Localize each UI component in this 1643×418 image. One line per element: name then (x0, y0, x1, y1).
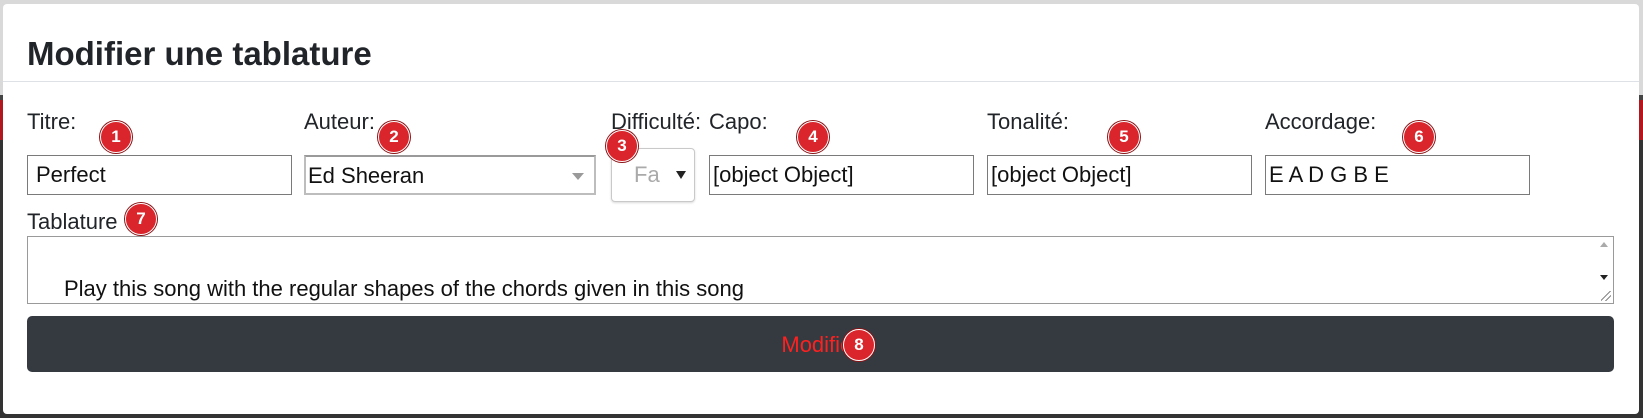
titre-input[interactable]: Perfect (27, 155, 292, 195)
difficulte-select-value: Fa (634, 162, 660, 187)
titre-label: Titre: (27, 109, 77, 134)
accordage-input[interactable]: E A D G B E (1265, 155, 1530, 195)
annotation-badge-7: 7 (125, 203, 157, 235)
auteur-label: Auteur: (304, 109, 375, 134)
annotation-badge-3: 3 (606, 130, 638, 162)
modal-title: Modifier une tablature (27, 35, 372, 72)
annotation-badge-4: 4 (797, 121, 829, 153)
auteur-select[interactable]: Ed Sheeran (304, 155, 596, 195)
annotation-badge-8: 8 (843, 329, 875, 361)
annotation-badge-6: 6 (1403, 121, 1435, 153)
chevron-down-icon (572, 173, 584, 180)
edit-tab-modal: Modifier une tablature Titre: Perfect Au… (3, 4, 1639, 414)
annotation-badge-2: 2 (378, 121, 410, 153)
tablature-text: Play this song with the regular shapes o… (64, 276, 744, 301)
capo-label: Capo: (709, 109, 768, 134)
modifier-button[interactable]: Modifier (27, 316, 1614, 372)
capo-input[interactable]: [object Object] (709, 155, 974, 195)
tablature-textarea[interactable]: Play this song with the regular shapes o… (27, 236, 1614, 304)
tonalite-input[interactable]: [object Object] (987, 155, 1252, 195)
dropdown-arrow-icon (676, 171, 686, 179)
accordage-label: Accordage: (1265, 109, 1377, 134)
annotation-badge-5: 5 (1108, 121, 1140, 153)
tonalite-label: Tonalité: (987, 109, 1069, 134)
scroll-up-icon[interactable] (1600, 242, 1608, 247)
tablature-label: Tablature (27, 209, 118, 234)
resize-grip-icon[interactable] (1601, 291, 1611, 301)
modal-header: Modifier une tablature (3, 4, 1639, 82)
annotation-badge-1: 1 (100, 121, 132, 153)
auteur-select-value: Ed Sheeran (308, 163, 425, 188)
scroll-down-icon[interactable] (1600, 275, 1608, 280)
